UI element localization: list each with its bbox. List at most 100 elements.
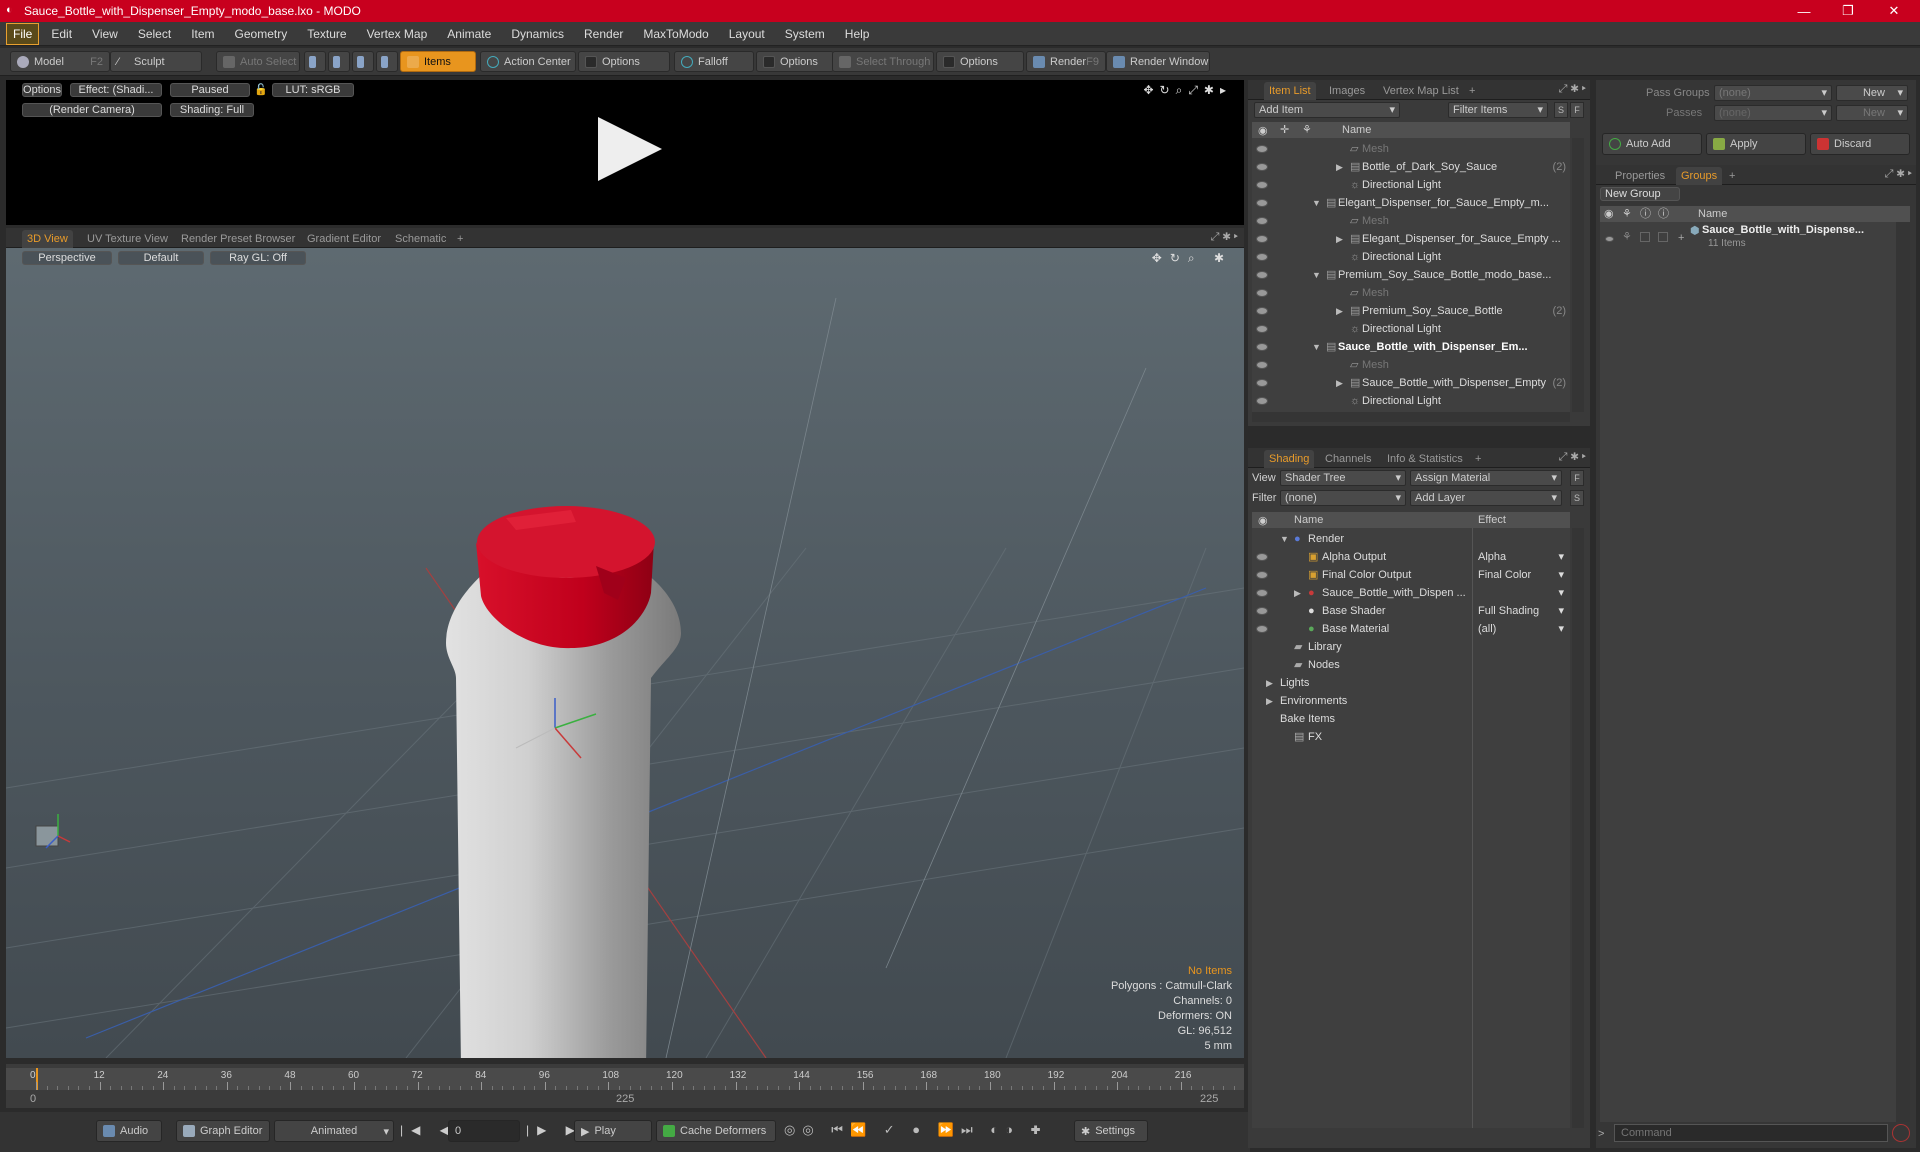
expand-arrow-icon[interactable]: ▶ [1266, 692, 1273, 710]
polygons-mode-button[interactable] [352, 51, 374, 72]
close-button[interactable]: ✕ [1872, 0, 1916, 22]
sculpt-mode-button[interactable]: ⁄ Sculpt [110, 51, 202, 72]
item-row[interactable]: ▱ Mesh [1252, 284, 1570, 302]
menu-geometry[interactable]: Geometry [225, 22, 298, 46]
tab-channels[interactable]: Channels [1320, 450, 1376, 468]
key-tools-icons[interactable]: ◎◎ ⏮⏪ ✓ ● ⏩⏭ ◐◑ ✚ [784, 1122, 1047, 1138]
item-row[interactable]: ☼ Directional Light [1252, 176, 1570, 194]
preview-effect-dropdown[interactable]: Effect: (Shadi... [70, 83, 162, 97]
collapse-arrow-icon[interactable]: ▼ [1312, 338, 1321, 356]
menu-help[interactable]: Help [835, 22, 880, 46]
collapse-arrow-icon[interactable]: ▼ [1312, 194, 1321, 212]
model-mode-button[interactable]: Model F2 [10, 51, 110, 72]
menu-file[interactable]: File [6, 23, 40, 45]
item-row[interactable]: ▼ ▤ Elegant_Dispenser_for_Sauce_Empty_m... [1252, 194, 1570, 212]
tab-render-preset-browser[interactable]: Render Preset Browser [176, 230, 300, 248]
tab-vertex-map-list[interactable]: Vertex Map List [1378, 82, 1464, 100]
preview-options-button[interactable]: Options [22, 83, 62, 97]
item-row[interactable]: ▼ ▤ Sauce_Bottle_with_Dispenser_Em... [1252, 338, 1570, 356]
action-center-options-button[interactable]: Options [578, 51, 670, 72]
expand-arrow-icon[interactable]: ▶ [1266, 674, 1273, 692]
effect-dropdown[interactable]: Final Color ▾ [1478, 566, 1566, 584]
expand-arrow-icon[interactable]: ▶ [1294, 584, 1301, 602]
eye-icon[interactable] [1256, 217, 1268, 225]
groups-list[interactable]: ⚘ + ⬢ Sauce_Bottle_with_Dispense... 11 I… [1600, 222, 1900, 1122]
item-row[interactable]: ▱ Mesh [1252, 140, 1570, 158]
item-row[interactable]: ▱ Mesh [1252, 356, 1570, 374]
materials-mode-button[interactable] [376, 51, 398, 72]
play-button[interactable]: ▶ Play [574, 1120, 652, 1142]
eye-icon[interactable] [1605, 236, 1614, 242]
shader-row[interactable]: ▰ Nodes [1252, 656, 1570, 674]
item-s-button[interactable]: S [1554, 102, 1568, 118]
item-list-scrollbar[interactable] [1572, 138, 1584, 412]
shader-row[interactable]: ▼ ● Render [1252, 530, 1570, 548]
eye-icon[interactable] [1256, 397, 1268, 405]
expand-arrow-icon[interactable]: ▶ [1336, 302, 1343, 320]
eye-icon[interactable] [1256, 253, 1268, 261]
eye-icon[interactable] [1256, 271, 1268, 279]
menu-texture[interactable]: Texture [297, 22, 356, 46]
menu-layout[interactable]: Layout [719, 22, 775, 46]
items-mode-button[interactable]: Items [400, 51, 476, 72]
menu-maxtomodo[interactable]: MaxToModo [633, 22, 718, 46]
item-row[interactable]: ▶ ▤ Elegant_Dispenser_for_Sauce_Empty ... [1252, 230, 1570, 248]
falloff-button[interactable]: Falloff [674, 51, 754, 72]
item-list-hscrollbar[interactable] [1252, 412, 1570, 422]
eye-icon[interactable] [1256, 235, 1268, 243]
expand-arrow-icon[interactable]: ▶ [1336, 158, 1343, 176]
shader-tree[interactable]: ▼ ● Render ▣ Alpha Output Alpha ▾ ▣ Final Color … [1252, 528, 1570, 1128]
discard-button[interactable]: Discard [1810, 133, 1910, 155]
eye-icon[interactable] [1256, 289, 1268, 297]
item-row[interactable]: ▶ ▤ Premium_Soy_Sauce_Bottle (2) [1252, 302, 1570, 320]
settings-button[interactable]: ✱ Settings [1074, 1120, 1148, 1142]
tab-3d-view[interactable]: 3D View [22, 230, 73, 248]
collapse-arrow-icon[interactable]: ▼ [1312, 266, 1321, 284]
menu-render[interactable]: Render [574, 22, 633, 46]
effect-dropdown[interactable]: Full Shading ▾ [1478, 602, 1566, 620]
shader-row[interactable]: ▶ Environments [1252, 692, 1570, 710]
shader-row[interactable]: ▤ FX [1252, 728, 1570, 746]
frame-input[interactable]: 0 [448, 1120, 520, 1142]
panel-icons[interactable]: ⤢ ✱ ▸ [1559, 451, 1586, 464]
filter-dropdown[interactable]: (none) [1280, 490, 1406, 506]
item-row[interactable]: ▼ ▤ Premium_Soy_Sauce_Bottle_modo_base... [1252, 266, 1570, 284]
item-row[interactable]: ▶ ▤ Bottle_of_Dark_Soy_Sauce (2) [1252, 158, 1570, 176]
tab-schematic[interactable]: Schematic [390, 230, 451, 248]
tab-gradient-editor[interactable]: Gradient Editor [302, 230, 386, 248]
3d-viewport[interactable]: Perspective Default Ray GL: Off ✥↻⌕ ✱ No… [6, 248, 1244, 1058]
new-group-button[interactable]: New Group [1600, 187, 1680, 201]
tab-uv-texture-view[interactable]: UV Texture View [82, 230, 173, 248]
preview-nav-icons[interactable]: ✥↻⌕⤢✱▸ [1143, 83, 1232, 98]
falloff-options-button[interactable]: Options [756, 51, 834, 72]
minimize-button[interactable]: — [1782, 0, 1826, 22]
new-pass-button[interactable]: New [1836, 105, 1908, 121]
command-input[interactable] [1614, 1124, 1888, 1142]
tab-info-statistics[interactable]: Info & Statistics [1382, 450, 1468, 468]
effect-dropdown[interactable]: (all) ▾ [1478, 620, 1566, 638]
panel-icons[interactable]: ⤢ ✱ ▸ [1559, 83, 1586, 96]
lock-icon[interactable]: 🔓 [254, 83, 268, 96]
tab-shading[interactable]: Shading [1264, 450, 1315, 468]
auto-add-button[interactable]: Auto Add [1602, 133, 1702, 155]
item-row[interactable]: ☼ Directional Light [1252, 392, 1570, 410]
edges-mode-button[interactable] [328, 51, 350, 72]
eye-icon[interactable] [1256, 379, 1268, 387]
add-tab-button[interactable]: + [1464, 82, 1480, 100]
add-layer-dropdown[interactable]: Add Layer [1410, 490, 1562, 506]
shader-row[interactable]: ● Base Material (all) ▾ [1252, 620, 1570, 638]
eye-icon[interactable] [1256, 607, 1268, 615]
eye-icon[interactable] [1256, 163, 1268, 171]
expand-icon[interactable]: + [1678, 232, 1684, 244]
shading-s-button[interactable]: S [1570, 490, 1584, 506]
shader-row[interactable]: ▰ Library [1252, 638, 1570, 656]
viewport-panel-icons[interactable]: ⤢ ✱ ▸ [1211, 231, 1238, 244]
eye-icon[interactable] [1256, 199, 1268, 207]
expand-arrow-icon[interactable]: ▶ [1336, 230, 1343, 248]
select-through-button[interactable]: Select Through [832, 51, 934, 72]
eye-icon[interactable] [1256, 145, 1268, 153]
menu-vertex-map[interactable]: Vertex Map [357, 22, 438, 46]
menu-edit[interactable]: Edit [41, 22, 82, 46]
add-item-dropdown[interactable]: Add Item [1254, 102, 1400, 118]
command-record-icon[interactable] [1892, 1124, 1910, 1142]
